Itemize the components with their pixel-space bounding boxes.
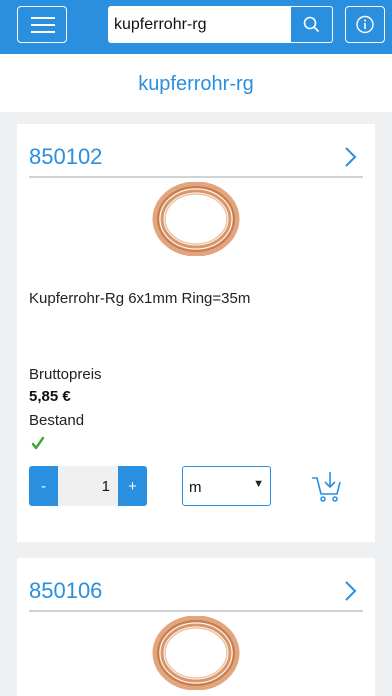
search-icon [303, 16, 319, 32]
stock-label: Bestand [29, 412, 85, 429]
search-input[interactable] [108, 6, 291, 43]
chevron-right-icon[interactable] [343, 580, 357, 602]
top-bar [0, 0, 392, 54]
search-bar [108, 6, 333, 43]
info-button[interactable] [345, 6, 385, 43]
results-header: kupferrohr-rg [0, 54, 392, 112]
quantity-increase-button[interactable]: + [118, 466, 147, 506]
in-stock-check-icon [31, 436, 45, 450]
product-card-header: 850106 [29, 570, 363, 612]
product-card: 850106 [17, 558, 375, 696]
unit-select[interactable]: m ▼ [182, 466, 271, 506]
copper-coil-image[interactable] [152, 616, 240, 690]
price-value: 5,85 € [29, 388, 71, 405]
product-description: Kupferrohr-Rg 6x1mm Ring=35m [29, 290, 251, 307]
copper-coil-image[interactable] [152, 182, 240, 256]
info-icon [356, 15, 374, 34]
hamburger-menu-icon-bar [31, 24, 55, 26]
chevron-right-icon[interactable] [343, 146, 357, 168]
product-card: 850102 Kupferrohr-Rg 6x1mm Ring=35m Brut… [17, 124, 375, 542]
product-card-header: 850102 [29, 136, 363, 178]
quantity-input[interactable] [58, 466, 118, 506]
quantity-decrease-button[interactable]: - [29, 466, 58, 506]
product-number-link[interactable]: 850102 [29, 144, 102, 170]
page-title: kupferrohr-rg [138, 73, 254, 95]
product-number-link[interactable]: 850106 [29, 578, 102, 604]
hamburger-menu-icon-bar [31, 31, 55, 33]
price-label: Bruttopreis [29, 366, 102, 383]
add-to-cart-icon[interactable] [310, 470, 344, 504]
menu-button[interactable] [17, 6, 67, 43]
search-button[interactable] [291, 6, 333, 43]
hamburger-menu-icon [31, 17, 55, 19]
unit-select-value: m [189, 479, 202, 496]
quantity-stepper: - + [29, 466, 147, 506]
caret-down-icon: ▼ [253, 478, 264, 490]
